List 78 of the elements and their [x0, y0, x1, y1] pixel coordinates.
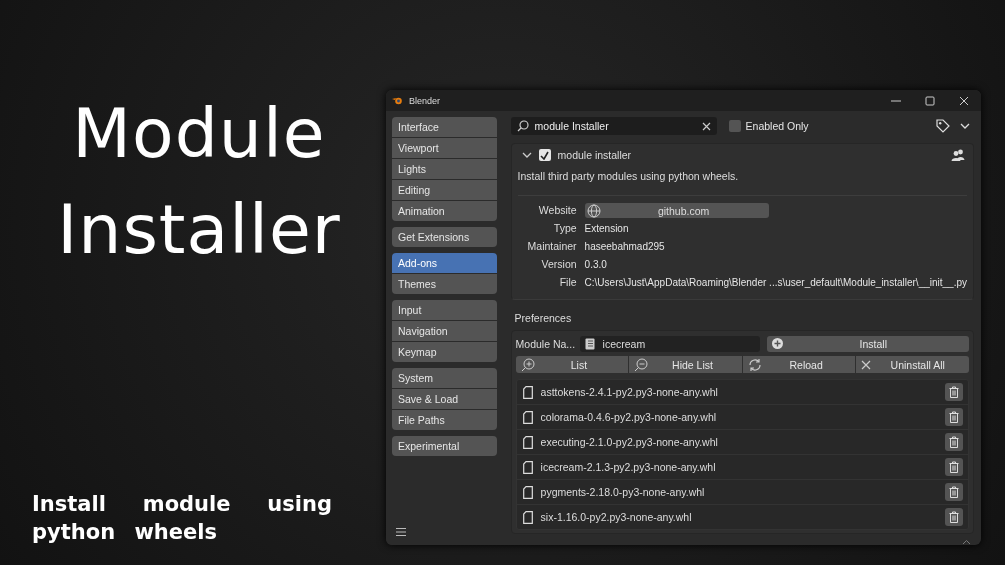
- file-icon: [522, 485, 533, 499]
- detail-label: File: [558, 275, 577, 290]
- section-title: Preferences: [514, 312, 573, 324]
- checkbox-label: Enabled Only: [745, 120, 809, 132]
- sidebar-item[interactable]: File Paths: [392, 410, 497, 430]
- field-label: Module Na...: [515, 337, 574, 350]
- wheel-filename: icecream-2.1.3-py2.py3-none-any.whl: [540, 461, 716, 473]
- detail-label: Maintainer: [526, 239, 577, 254]
- action-button[interactable]: Hide List: [629, 356, 742, 373]
- detail-value: C:\Users\Just\AppData\Roaming\Blender ...s\user_default\Module_installer\__init__.py: [584, 276, 967, 290]
- delete-button[interactable]: [945, 458, 963, 476]
- search-field[interactable]: module Installer: [510, 117, 717, 135]
- book-icon: [584, 337, 595, 350]
- sidebar-item[interactable]: Add-ons: [392, 253, 497, 273]
- install-button[interactable]: Install: [766, 335, 969, 352]
- zoom-out-icon: [634, 357, 649, 372]
- sidebar-item[interactable]: Animation: [392, 201, 497, 221]
- sidebar-item[interactable]: Editing: [392, 180, 497, 200]
- file-icon: [522, 435, 533, 449]
- delete-button[interactable]: [945, 483, 963, 501]
- wheel-filename: executing-2.1.0-py2.py3-none-any.whl: [540, 436, 718, 448]
- detail-value: Extension: [584, 222, 630, 236]
- detail-label: Type: [552, 221, 577, 236]
- module-name-field[interactable]: icecream: [579, 335, 760, 352]
- file-icon: [522, 510, 533, 524]
- close-icon: [861, 359, 872, 370]
- sidebar-item[interactable]: Viewport: [392, 138, 497, 158]
- chevron-up-icon[interactable]: [962, 539, 971, 545]
- plus-icon: [771, 338, 783, 349]
- sidebar-item[interactable]: Themes: [392, 274, 497, 294]
- menu-icon[interactable]: [395, 527, 407, 537]
- delete-button[interactable]: [945, 433, 963, 451]
- delete-button[interactable]: [945, 408, 963, 426]
- maximize-icon[interactable]: [925, 95, 935, 106]
- sidebar-item[interactable]: Lights: [392, 159, 497, 179]
- sidebar-item[interactable]: Interface: [392, 117, 497, 137]
- file-icon: [522, 385, 533, 399]
- website-button[interactable]: github.com: [584, 203, 769, 218]
- action-button[interactable]: Reload: [742, 356, 856, 373]
- search-icon: [516, 120, 529, 132]
- reload-icon: [747, 357, 762, 372]
- wheel-filename: asttokens-2.4.1-py2.py3-none-any.whl: [540, 386, 718, 398]
- uninstall-button[interactable]: Uninstall All: [856, 356, 969, 373]
- detail-value: 0.3.0: [584, 258, 608, 272]
- logo-icon: [392, 96, 403, 105]
- checkbox[interactable]: [538, 149, 551, 161]
- poster-title: Installer: [56, 189, 342, 271]
- close-icon[interactable]: [959, 95, 969, 106]
- addon-name: module installer: [557, 149, 632, 161]
- wheel-filename: pygments-2.18.0-py3-none-any.whl: [540, 486, 705, 498]
- checkbox[interactable]: [728, 120, 741, 132]
- delete-button[interactable]: [945, 508, 963, 526]
- sidebar-item[interactable]: Save & Load: [392, 389, 497, 409]
- detail-label: Version: [540, 257, 577, 272]
- action-button[interactable]: List: [515, 356, 629, 373]
- wheel-filename: six-1.16.0-py2.py3-none-any.whl: [540, 511, 692, 523]
- poster-subtitle: Install module using python wheels: [32, 491, 332, 546]
- detail-value: haseebahmad295: [584, 240, 666, 254]
- users-icon: [951, 149, 965, 161]
- sidebar-item[interactable]: Experimental: [392, 436, 497, 456]
- sidebar-item[interactable]: Navigation: [392, 321, 497, 341]
- file-icon: [522, 460, 533, 474]
- addon-description: Install third party modules using python wheels.: [517, 167, 967, 196]
- detail-label: Website: [537, 203, 577, 218]
- delete-button[interactable]: [945, 383, 963, 401]
- tag-icon[interactable]: [936, 119, 950, 133]
- sidebar-item[interactable]: Get Extensions: [392, 227, 497, 247]
- file-icon: [522, 410, 533, 424]
- sidebar-item[interactable]: Keymap: [392, 342, 497, 362]
- sidebar-item[interactable]: System: [392, 368, 497, 388]
- globe-icon: [586, 203, 601, 218]
- sidebar-item[interactable]: Input: [392, 300, 497, 320]
- window-title: Blender: [409, 95, 441, 106]
- wheel-filename: colorama-0.4.6-py2.py3-none-any.whl: [540, 411, 717, 423]
- zoom-in-icon: [520, 357, 535, 372]
- chevron-icon[interactable]: [521, 151, 532, 159]
- poster-title: Module: [71, 93, 327, 175]
- clear-icon[interactable]: [701, 121, 711, 131]
